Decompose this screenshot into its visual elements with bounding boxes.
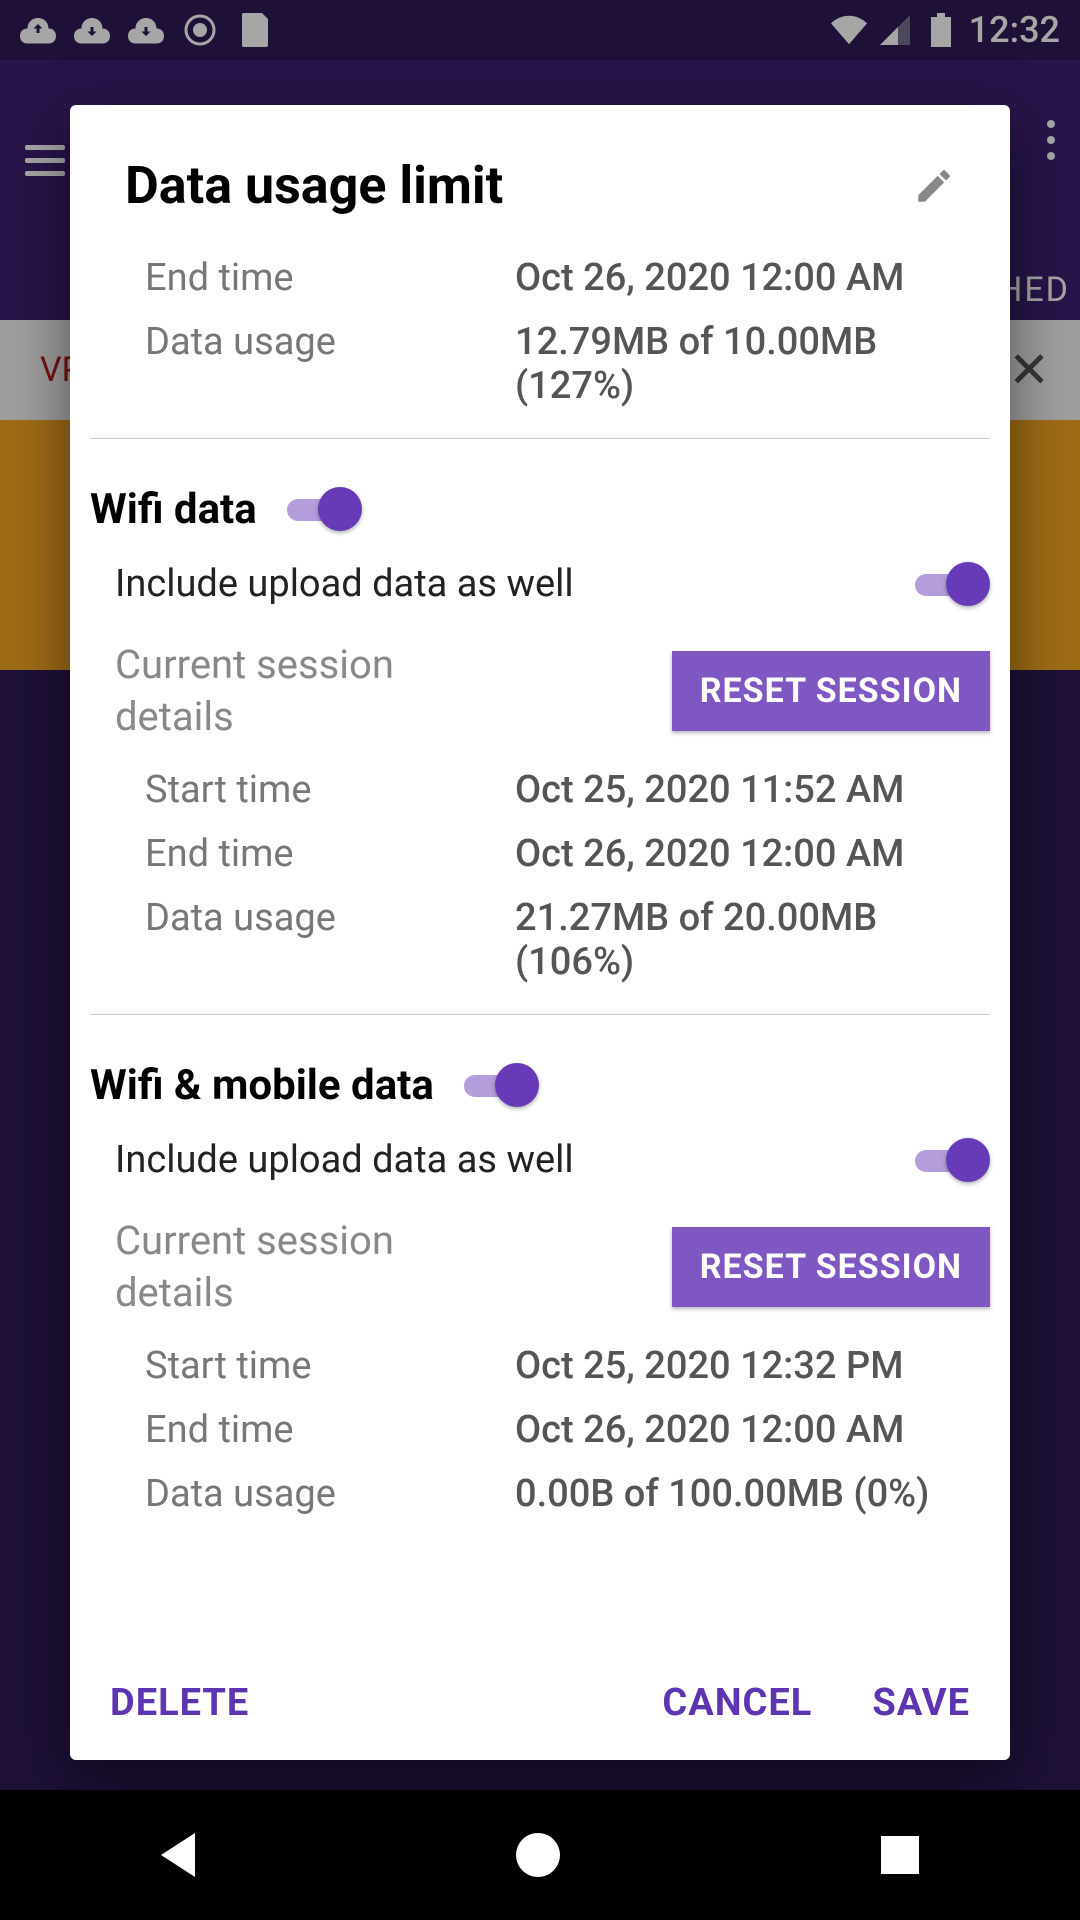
save-button[interactable]: SAVE bbox=[872, 1681, 970, 1725]
combo-session-row: Current session details RESET SESSION bbox=[115, 1200, 990, 1334]
wifi-data-usage-row: Data usage 21.27MB of 20.00MB (106%) bbox=[115, 886, 990, 994]
footer-right: CANCEL SAVE bbox=[662, 1681, 970, 1725]
value-end-time: Oct 26, 2020 12:00 AM bbox=[515, 1408, 960, 1452]
combo-start-time-row: Start time Oct 25, 2020 12:32 PM bbox=[115, 1334, 990, 1398]
combo-include-upload-row: Include upload data as well bbox=[115, 1120, 990, 1200]
dialog-body: End time Oct 26, 2020 12:00 AM Data usag… bbox=[70, 246, 1010, 1656]
label-data-usage: Data usage bbox=[145, 1472, 495, 1516]
nav-home-icon[interactable] bbox=[516, 1833, 560, 1877]
wifi-include-upload-label: Include upload data as well bbox=[115, 562, 574, 606]
data-usage-limit-dialog: Data usage limit End time Oct 26, 2020 1… bbox=[70, 105, 1010, 1760]
divider bbox=[90, 438, 990, 439]
wifi-end-time-row: End time Oct 26, 2020 12:00 AM bbox=[115, 822, 990, 886]
nav-recent-icon[interactable] bbox=[881, 1836, 919, 1874]
nav-back-icon[interactable] bbox=[161, 1833, 195, 1877]
combo-include-upload-toggle[interactable] bbox=[915, 1135, 990, 1185]
label-start-time: Start time bbox=[145, 768, 495, 812]
navigation-bar bbox=[0, 1790, 1080, 1920]
label-end-time: End time bbox=[145, 832, 495, 876]
wifi-start-time-row: Start time Oct 25, 2020 11:52 AM bbox=[115, 758, 990, 822]
wifi-data-heading: Wifi data bbox=[90, 459, 990, 544]
label-end-time: End time bbox=[145, 256, 495, 300]
wifi-mobile-title: Wifi & mobile data bbox=[90, 1061, 434, 1110]
label-data-usage: Data usage bbox=[145, 896, 495, 940]
edit-icon[interactable] bbox=[913, 165, 955, 207]
combo-end-time-row: End time Oct 26, 2020 12:00 AM bbox=[115, 1398, 990, 1462]
wifi-data-toggle[interactable] bbox=[287, 484, 362, 534]
combo-data-usage-row: Data usage 0.00B of 100.00MB (0%) bbox=[115, 1462, 990, 1526]
top-end-time-row: End time Oct 26, 2020 12:00 AM bbox=[115, 246, 990, 310]
wifi-session-label: Current session details bbox=[115, 639, 475, 743]
cancel-button[interactable]: CANCEL bbox=[662, 1681, 812, 1725]
label-data-usage: Data usage bbox=[145, 320, 495, 364]
value-end-time: Oct 26, 2020 12:00 AM bbox=[515, 832, 960, 876]
combo-session-label: Current session details bbox=[115, 1215, 475, 1319]
wifi-mobile-toggle[interactable] bbox=[464, 1060, 539, 1110]
wifi-include-upload-toggle[interactable] bbox=[915, 559, 990, 609]
combo-include-upload-label: Include upload data as well bbox=[115, 1138, 574, 1182]
dialog-footer: DELETE CANCEL SAVE bbox=[70, 1656, 1010, 1760]
value-start-time: Oct 25, 2020 12:32 PM bbox=[515, 1344, 960, 1388]
value-end-time: Oct 26, 2020 12:00 AM bbox=[515, 256, 960, 300]
divider bbox=[90, 1014, 990, 1015]
value-data-usage: 21.27MB of 20.00MB (106%) bbox=[515, 896, 960, 984]
value-start-time: Oct 25, 2020 11:52 AM bbox=[515, 768, 960, 812]
label-end-time: End time bbox=[145, 1408, 495, 1452]
value-data-usage: 12.79MB of 10.00MB (127%) bbox=[515, 320, 960, 408]
wifi-include-upload-row: Include upload data as well bbox=[115, 544, 990, 624]
wifi-data-title: Wifi data bbox=[90, 485, 257, 534]
wifi-reset-session-button[interactable]: RESET SESSION bbox=[672, 651, 990, 731]
wifi-mobile-heading: Wifi & mobile data bbox=[90, 1035, 990, 1120]
dialog-header: Data usage limit bbox=[70, 105, 1010, 246]
label-start-time: Start time bbox=[145, 1344, 495, 1388]
top-data-usage-row: Data usage 12.79MB of 10.00MB (127%) bbox=[115, 310, 990, 418]
wifi-session-row: Current session details RESET SESSION bbox=[115, 624, 990, 758]
dialog-title: Data usage limit bbox=[125, 155, 503, 216]
combo-reset-session-button[interactable]: RESET SESSION bbox=[672, 1227, 990, 1307]
delete-button[interactable]: DELETE bbox=[110, 1681, 249, 1725]
value-data-usage: 0.00B of 100.00MB (0%) bbox=[515, 1472, 960, 1516]
